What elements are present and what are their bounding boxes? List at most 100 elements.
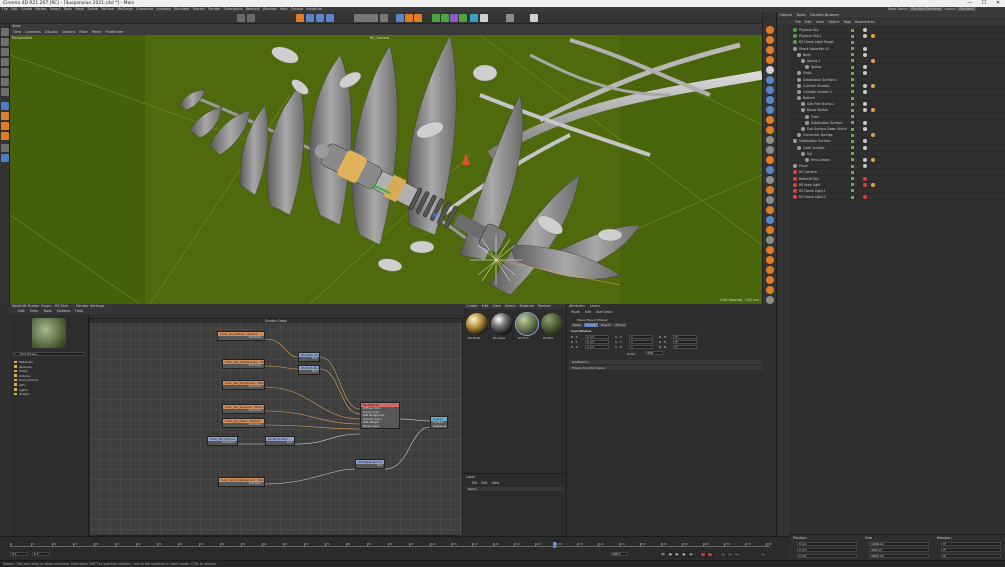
coord-field[interactable]: 0 cm bbox=[585, 339, 609, 344]
right-tool-25-icon[interactable] bbox=[766, 266, 774, 274]
visibility-toggle[interactable] bbox=[851, 139, 854, 143]
axis-mode-icon[interactable] bbox=[1, 102, 9, 110]
uv-mode-icon[interactable] bbox=[1, 88, 9, 96]
material-tag-icon[interactable] bbox=[863, 182, 867, 187]
coord-z-rotation[interactable]: 0° bbox=[941, 554, 1001, 558]
right-tool-20-icon[interactable] bbox=[766, 216, 774, 224]
array-icon[interactable] bbox=[459, 14, 467, 22]
material-tag-icon[interactable] bbox=[863, 102, 867, 107]
visibility-toggle[interactable] bbox=[851, 121, 854, 125]
material-tag-icon[interactable] bbox=[863, 120, 867, 125]
right-tool-24-icon[interactable] bbox=[766, 256, 774, 264]
material-tag-icon[interactable] bbox=[863, 28, 867, 32]
right-tool-8-icon[interactable] bbox=[766, 96, 774, 104]
pen-icon[interactable] bbox=[441, 14, 449, 22]
visibility-toggle[interactable] bbox=[851, 115, 854, 119]
phong-tag-icon[interactable] bbox=[871, 157, 875, 162]
material-tag-icon[interactable] bbox=[863, 52, 867, 57]
attribute-tab-attributes[interactable]: Attributes bbox=[569, 304, 585, 309]
visibility-toggle[interactable] bbox=[851, 90, 854, 94]
attribute-subtab-object[interactable]: Object bbox=[598, 323, 613, 327]
material-tag-icon[interactable] bbox=[863, 176, 867, 181]
scale-icon[interactable] bbox=[316, 14, 324, 22]
right-tool-6-icon[interactable] bbox=[766, 76, 774, 84]
keyframe-scale-icon[interactable] bbox=[734, 552, 740, 557]
coord-field[interactable]: 0° bbox=[673, 344, 697, 349]
close-button[interactable]: ✕ bbox=[991, 0, 1005, 7]
make-editable-icon[interactable] bbox=[1, 28, 9, 36]
timeline-end-frame[interactable]: 180 F bbox=[610, 552, 628, 556]
node-output-port[interactable]: Out Color bbox=[223, 423, 264, 427]
light-icon[interactable] bbox=[506, 14, 514, 22]
live-selection-icon[interactable] bbox=[296, 14, 304, 22]
right-tool-26-icon[interactable] bbox=[766, 276, 774, 284]
coord-field[interactable]: 1 bbox=[629, 344, 653, 349]
visibility-toggle[interactable] bbox=[851, 34, 854, 38]
deformer-icon[interactable] bbox=[530, 14, 538, 22]
find-nodes-input[interactable]: Find Nodes... bbox=[13, 352, 85, 356]
coord-field[interactable]: 0° bbox=[673, 339, 697, 344]
material-tag-icon[interactable] bbox=[863, 139, 867, 144]
object-name[interactable]: RS Dome Light.2 bbox=[799, 194, 826, 200]
coord-field[interactable]: 1 bbox=[629, 334, 653, 339]
visibility-toggle[interactable] bbox=[851, 78, 854, 81]
shader-node[interactable]: Color_tex_Specular - Texture Out Color bbox=[222, 404, 265, 414]
attribute-tab-layers[interactable]: Layers bbox=[590, 304, 601, 309]
node-input-port[interactable]: Bump Input bbox=[361, 425, 399, 429]
autokey-icon[interactable] bbox=[707, 552, 713, 557]
right-tool-10-icon[interactable] bbox=[766, 116, 774, 124]
attribute-subtab-basic[interactable]: Basic bbox=[571, 323, 583, 327]
shader-node[interactable]: Color_tex_Gloss - Texture Out Color bbox=[222, 418, 265, 428]
maximize-button[interactable]: ☐ bbox=[977, 0, 991, 7]
right-tool-21-icon[interactable] bbox=[766, 226, 774, 234]
node-graph-canvas[interactable]: Shader Graph Color_tex_Diffuse - Texture… bbox=[89, 318, 463, 536]
attribute-menu-edit[interactable]: Edit bbox=[585, 310, 591, 315]
right-tool-19-icon[interactable] bbox=[766, 206, 774, 214]
coord-x-position[interactable]: 0 cm bbox=[797, 542, 857, 546]
node-output-port[interactable]: Out bbox=[266, 441, 294, 445]
visibility-toggle[interactable] bbox=[851, 59, 854, 63]
order-select[interactable]: HPB bbox=[645, 351, 663, 355]
material-tag-icon[interactable] bbox=[863, 71, 867, 76]
attribute-menu-user-data[interactable]: User Data bbox=[596, 310, 612, 315]
record-icon[interactable] bbox=[700, 552, 706, 557]
om-menu-file[interactable]: File bbox=[795, 19, 801, 25]
undo-icon[interactable] bbox=[237, 14, 245, 22]
shader-node[interactable]: RS Bump Map Out bbox=[265, 436, 295, 446]
visibility-toggle[interactable] bbox=[851, 28, 854, 32]
right-tool-15-icon[interactable] bbox=[766, 166, 774, 174]
attribute-subtab-coord[interactable]: Coord. bbox=[583, 323, 598, 327]
shader-node[interactable]: Color_tex_Translucency - TextureOut Colo… bbox=[222, 359, 265, 369]
phong-tag-icon[interactable] bbox=[871, 108, 875, 113]
freeze-transformation-section[interactable]: Freeze Transformation bbox=[569, 366, 762, 370]
phong-tag-icon[interactable] bbox=[871, 133, 875, 138]
node-output-port[interactable]: Out Color bbox=[218, 336, 264, 340]
right-tool-3-icon[interactable] bbox=[766, 46, 774, 54]
coord-field[interactable]: 1 bbox=[629, 339, 653, 344]
right-tool-1-icon[interactable] bbox=[766, 26, 774, 34]
node-output-port[interactable]: Out bbox=[299, 357, 319, 361]
node-output-port[interactable]: Out Color bbox=[208, 441, 237, 445]
coord-x-rotation[interactable]: 0° bbox=[941, 542, 1001, 546]
coord-field[interactable]: 0 cm bbox=[585, 334, 609, 339]
edges-mode-icon[interactable] bbox=[1, 68, 9, 76]
redo-icon[interactable] bbox=[247, 14, 255, 22]
material-tag-icon[interactable] bbox=[863, 108, 867, 113]
visibility-toggle[interactable] bbox=[851, 152, 854, 156]
timeline-playhead[interactable] bbox=[553, 542, 556, 548]
attribute-subtab-phong[interactable]: Phong bbox=[613, 323, 627, 327]
visibility-toggle[interactable] bbox=[851, 183, 854, 187]
visibility-toggle[interactable] bbox=[851, 40, 854, 44]
snap-icon[interactable] bbox=[1, 112, 9, 120]
right-tool-14-icon[interactable] bbox=[766, 156, 774, 164]
sculpt-icon[interactable] bbox=[1, 154, 9, 162]
shader-node[interactable]: Color_tex_Normal - TextureOut Color bbox=[207, 436, 238, 446]
node-input-port[interactable]: Displacement bbox=[431, 425, 447, 429]
phong-tag-icon[interactable] bbox=[871, 182, 875, 187]
material-tag-icon[interactable] bbox=[863, 46, 867, 51]
node-output-port[interactable]: Out bbox=[299, 370, 319, 374]
visibility-toggle[interactable] bbox=[851, 146, 854, 150]
visibility-toggle[interactable] bbox=[851, 164, 854, 168]
material-tag-icon[interactable] bbox=[863, 34, 867, 39]
material-swatch[interactable] bbox=[466, 313, 488, 335]
